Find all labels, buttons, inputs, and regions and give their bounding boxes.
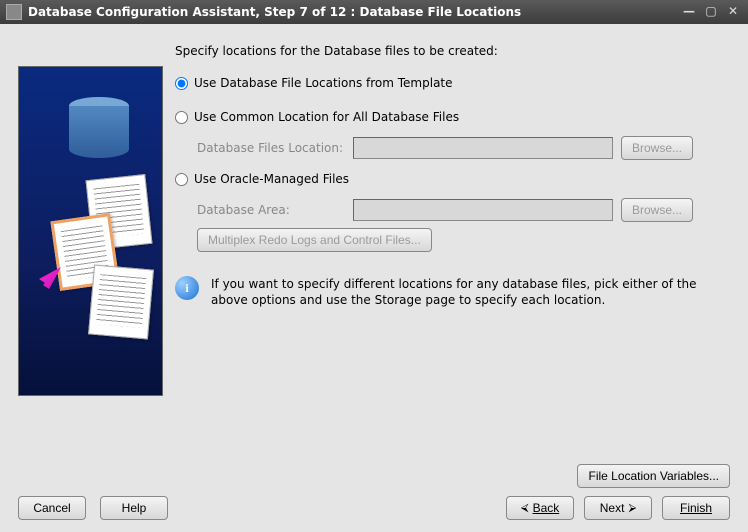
option-omf[interactable]: Use Oracle-Managed Files [175,172,730,186]
back-button-label: Back [533,501,560,515]
chevron-right-icon: ⮚ [628,502,636,515]
multiplex-row: Multiplex Redo Logs and Control Files... [197,228,730,252]
titlebar[interactable]: Database Configuration Assistant, Step 7… [0,0,748,24]
help-button[interactable]: Help [100,496,168,520]
maximize-button[interactable]: ▢ [702,4,720,20]
multiplex-button[interactable]: Multiplex Redo Logs and Control Files... [197,228,432,252]
minimize-button[interactable]: — [680,4,698,20]
option-template[interactable]: Use Database File Locations from Templat… [175,76,730,90]
info-row: i If you want to specify different locat… [175,276,730,308]
next-button-label: Next [600,501,625,515]
prompt-text: Specify locations for the Database files… [175,44,730,58]
window-title: Database Configuration Assistant, Step 7… [28,5,680,19]
option-common-radio[interactable] [175,111,188,124]
arrow-icon [21,267,61,307]
option-common[interactable]: Use Common Location for All Database Fil… [175,110,730,124]
common-location-input[interactable] [353,137,613,159]
option-template-label: Use Database File Locations from Templat… [194,76,453,90]
option-omf-label: Use Oracle-Managed Files [194,172,349,186]
common-location-label: Database Files Location: [197,141,345,155]
info-text: If you want to specify different locatio… [211,276,726,308]
back-button[interactable]: ⮘ Back [506,496,574,520]
wizard-sidebar [18,66,163,458]
wizard-illustration [18,66,163,396]
form-column: Specify locations for the Database files… [175,40,730,458]
app-icon [6,4,22,20]
file-variables-row: File Location Variables... [18,464,730,488]
next-button[interactable]: Next⮚ [584,496,652,520]
footer: Cancel Help ⮘ Back Next⮚ Finish [18,488,730,522]
file-location-variables-button[interactable]: File Location Variables... [577,464,730,488]
common-location-row: Database Files Location: Browse... [197,136,730,160]
option-common-label: Use Common Location for All Database Fil… [194,110,459,124]
chevron-left-icon: ⮘ [521,502,529,515]
omf-browse-button[interactable]: Browse... [621,198,693,222]
window: Database Configuration Assistant, Step 7… [0,0,748,532]
close-button[interactable]: ✕ [724,4,742,20]
common-browse-button[interactable]: Browse... [621,136,693,160]
finish-button-label: Finish [680,501,712,515]
option-template-radio[interactable] [175,77,188,90]
content-area: Specify locations for the Database files… [0,24,748,532]
omf-area-row: Database Area: Browse... [197,198,730,222]
cancel-button[interactable]: Cancel [18,496,86,520]
finish-button[interactable]: Finish [662,496,730,520]
info-icon: i [175,276,199,300]
option-omf-radio[interactable] [175,173,188,186]
omf-area-label: Database Area: [197,203,345,217]
omf-area-input[interactable] [353,199,613,221]
